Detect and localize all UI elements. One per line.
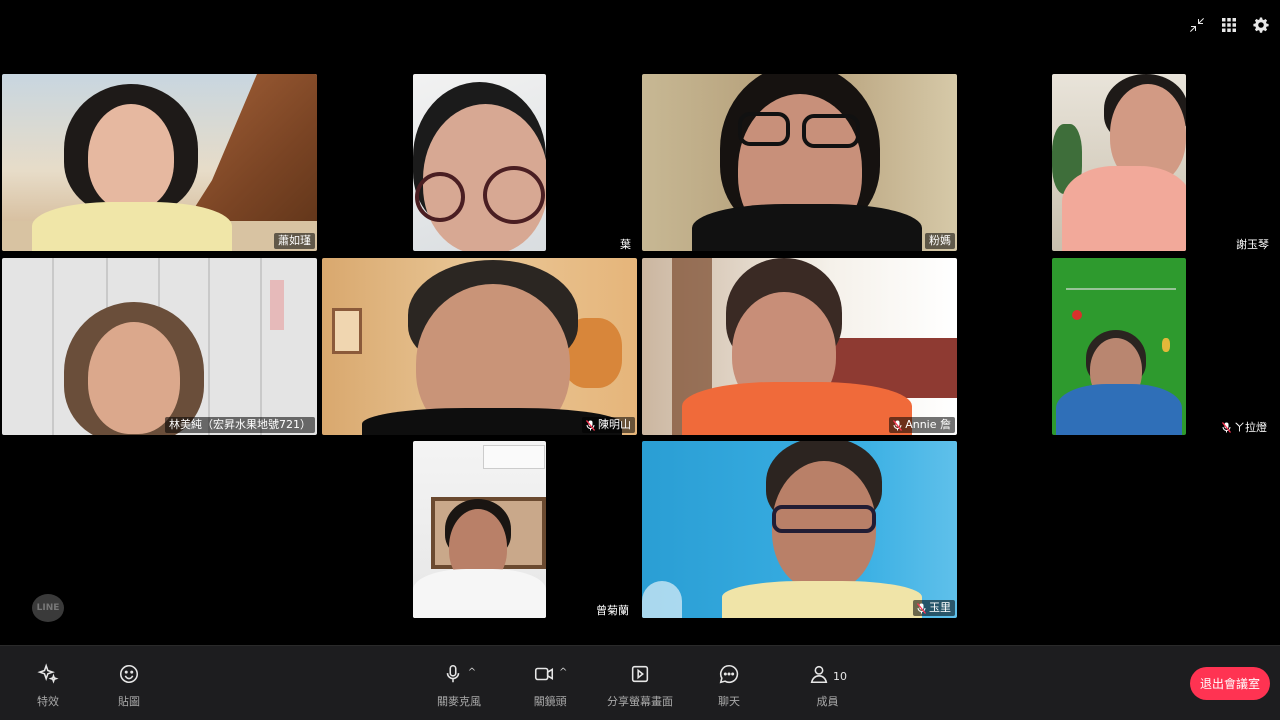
mic-label: 關麥克風: [437, 695, 481, 708]
video-feed: [413, 441, 546, 618]
share-screen-label: 分享螢幕畫面: [607, 695, 673, 708]
line-logo: LINE: [32, 594, 64, 622]
video-feed: [642, 258, 957, 435]
members-button[interactable]: 10 成員: [808, 664, 847, 709]
video-feed: [1052, 74, 1186, 251]
camera-label: 關鏡頭: [533, 695, 567, 708]
chat-label: 聊天: [718, 695, 740, 708]
smiley-icon: [118, 663, 140, 689]
participant-tile[interactable]: 粉媽: [642, 74, 957, 251]
mic-button[interactable]: ^ 關麥克風: [437, 664, 481, 709]
share-screen-icon: [629, 663, 651, 689]
mic-off-icon: [1221, 421, 1232, 433]
participant-name-tag: 蕭如瑾: [274, 233, 315, 249]
video-feed: [642, 441, 957, 618]
gear-icon[interactable]: [1250, 14, 1272, 36]
participant-tile[interactable]: [1052, 74, 1186, 251]
share-screen-button[interactable]: 分享螢幕畫面: [607, 664, 673, 709]
participant-tile[interactable]: 玉里: [642, 441, 957, 618]
camera-options-chevron-icon[interactable]: ^: [559, 667, 567, 678]
participant-tile[interactable]: [413, 74, 546, 251]
participant-name-outside: 葉: [620, 238, 631, 251]
participant-name-tag: 林美純（宏昇水果地號721）: [165, 417, 315, 433]
participant-name-tag: 粉媽: [925, 233, 955, 249]
video-grid: 蕭如瑾 葉 粉媽 謝玉琴 林美純（宏昇水果地號721） 陳明山 Annie 詹 …: [0, 0, 1280, 645]
video-camera-icon: [533, 663, 555, 689]
participant-name-tag: Annie 詹: [889, 417, 955, 433]
bottom-toolbar: 特效 貼圖 ^ 關麥克風 ^ 關鏡頭 分享螢幕畫面 聊天 10 成員 退出會議室: [0, 645, 1280, 720]
participant-name-outside: ㄚ拉燈: [1221, 419, 1267, 435]
mic-off-icon: [893, 419, 903, 431]
leave-meeting-button[interactable]: 退出會議室: [1190, 667, 1270, 700]
grid-layout-icon[interactable]: [1218, 14, 1240, 36]
participant-tile[interactable]: Annie 詹: [642, 258, 957, 435]
participant-name-outside: 曾菊蘭: [596, 604, 629, 617]
camera-button[interactable]: ^ 關鏡頭: [533, 663, 568, 709]
mic-options-chevron-icon[interactable]: ^: [468, 667, 476, 678]
person-icon: [808, 663, 830, 689]
stickers-label: 貼圖: [118, 695, 140, 708]
top-controls: [1186, 14, 1272, 36]
minimize-icon[interactable]: [1186, 14, 1208, 36]
sparkle-icon: [37, 663, 59, 689]
members-count: 10: [833, 669, 847, 683]
video-feed: [642, 74, 957, 251]
participant-name-outside: 謝玉琴: [1236, 238, 1269, 251]
effects-button[interactable]: 特效: [37, 663, 59, 709]
effects-label: 特效: [37, 695, 59, 708]
video-feed: [413, 74, 546, 251]
participant-tile[interactable]: 林美純（宏昇水果地號721）: [2, 258, 317, 435]
chat-bubble-icon: [718, 663, 740, 689]
chat-button[interactable]: 聊天: [718, 664, 740, 709]
microphone-icon: [442, 663, 464, 689]
participant-tile[interactable]: 陳明山: [322, 258, 637, 435]
members-label: 成員: [816, 695, 839, 708]
mic-off-icon: [916, 602, 927, 614]
video-feed: [322, 258, 637, 435]
mic-off-icon: [585, 419, 596, 431]
participant-tile[interactable]: [413, 441, 546, 618]
participant-tile[interactable]: [1052, 258, 1186, 435]
video-feed: [2, 74, 317, 251]
participant-tile[interactable]: 蕭如瑾: [2, 74, 317, 251]
stickers-button[interactable]: 貼圖: [118, 664, 140, 709]
participant-name-tag: 陳明山: [582, 417, 635, 433]
video-feed: [2, 258, 317, 435]
participant-name-tag: 玉里: [913, 600, 955, 616]
video-feed: [1052, 258, 1186, 435]
